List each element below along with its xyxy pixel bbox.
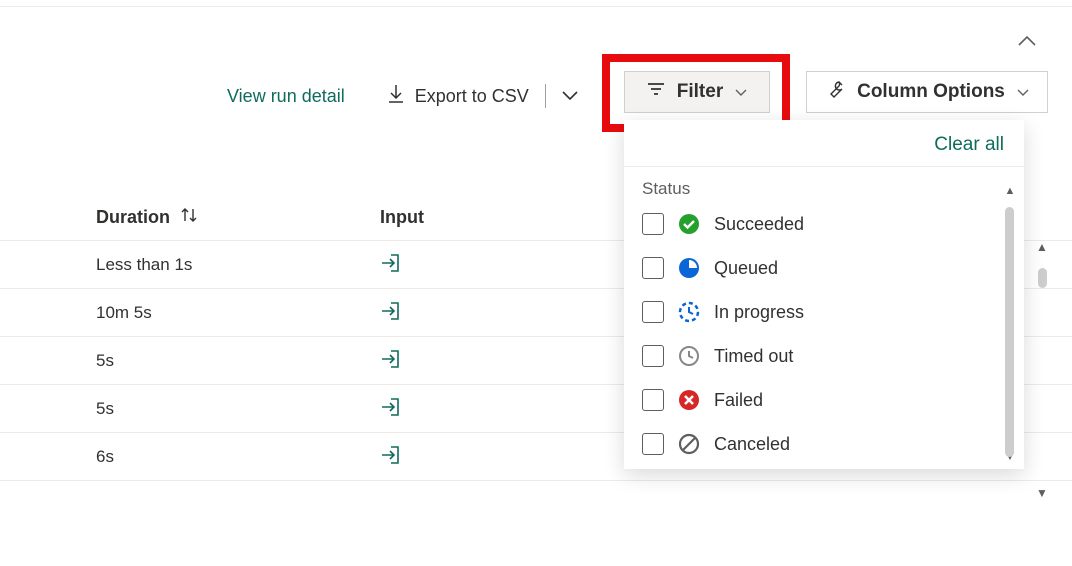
export-dropdown-button[interactable] <box>552 85 588 107</box>
timed-out-icon <box>678 345 700 367</box>
export-csv-label: Export to CSV <box>415 86 529 107</box>
duration-cell: Less than 1s <box>96 255 192 275</box>
input-link-icon[interactable] <box>380 397 402 420</box>
scroll-thumb[interactable] <box>1038 268 1047 288</box>
input-header-label: Input <box>380 207 424 227</box>
sort-icon <box>180 206 198 229</box>
status-option-canceled[interactable]: Canceled <box>642 433 1006 455</box>
export-csv-button[interactable]: Export to CSV <box>375 78 541 115</box>
column-options-label: Column Options <box>857 81 1005 103</box>
checkbox[interactable] <box>642 301 664 323</box>
scroll-up-arrow-icon: ▲ <box>1036 240 1048 254</box>
failed-icon <box>678 389 700 411</box>
duration-cell: 5s <box>96 351 114 371</box>
queued-icon <box>678 257 700 279</box>
duration-cell: 5s <box>96 399 114 419</box>
status-option-timed-out[interactable]: Timed out <box>642 345 1006 367</box>
status-label: In progress <box>714 302 804 323</box>
input-link-icon[interactable] <box>380 349 402 372</box>
checkbox[interactable] <box>642 257 664 279</box>
chevron-down-icon <box>735 81 747 103</box>
status-label: Queued <box>714 258 778 279</box>
checkbox[interactable] <box>642 345 664 367</box>
column-header-input[interactable]: Input <box>380 207 424 228</box>
column-options-button[interactable]: Column Options <box>806 71 1048 113</box>
duration-cell: 10m 5s <box>96 303 152 323</box>
export-group: Export to CSV <box>375 78 588 115</box>
view-run-detail-link[interactable]: View run detail <box>215 80 357 113</box>
column-header-duration[interactable]: Duration <box>96 206 198 229</box>
scroll-down-arrow-icon: ▼ <box>1036 486 1048 500</box>
duration-cell: 6s <box>96 447 114 467</box>
top-divider <box>0 6 1072 7</box>
input-link-icon[interactable] <box>380 253 402 276</box>
collapse-caret-icon[interactable] <box>1018 34 1036 50</box>
in-progress-icon <box>678 301 700 323</box>
checkbox[interactable] <box>642 389 664 411</box>
status-label: Timed out <box>714 346 793 367</box>
status-list: Succeeded Queued In progress <box>642 213 1006 455</box>
wrench-icon <box>825 79 845 105</box>
status-label: Succeeded <box>714 214 804 235</box>
filter-button[interactable]: Filter <box>624 71 770 113</box>
download-icon <box>387 84 405 109</box>
status-option-succeeded[interactable]: Succeeded <box>642 213 1006 235</box>
status-option-in-progress[interactable]: In progress <box>642 301 1006 323</box>
filter-dropdown-panel: Clear all Status Succeeded Queued <box>624 120 1024 469</box>
filter-label: Filter <box>677 81 723 103</box>
succeeded-icon <box>678 213 700 235</box>
filter-icon <box>647 81 665 103</box>
scroll-up-arrow-icon: ▲ <box>1005 185 1016 197</box>
chevron-down-icon <box>1017 81 1029 103</box>
page-scrollbar[interactable]: ▲ ▼ <box>1034 240 1050 500</box>
duration-header-label: Duration <box>96 207 170 228</box>
status-section-label: Status <box>642 179 1006 199</box>
input-link-icon[interactable] <box>380 301 402 324</box>
status-option-failed[interactable]: Failed <box>642 389 1006 411</box>
clear-all-link[interactable]: Clear all <box>934 134 1004 156</box>
input-link-icon[interactable] <box>380 445 402 468</box>
status-label: Canceled <box>714 434 790 455</box>
status-label: Failed <box>714 390 763 411</box>
panel-scroll-thumb[interactable] <box>1005 207 1014 457</box>
panel-header: Clear all <box>624 120 1024 167</box>
status-option-queued[interactable]: Queued <box>642 257 1006 279</box>
split-divider <box>545 84 546 108</box>
checkbox[interactable] <box>642 433 664 455</box>
panel-body: Status Succeeded Queued <box>624 167 1024 469</box>
canceled-icon <box>678 433 700 455</box>
checkbox[interactable] <box>642 213 664 235</box>
